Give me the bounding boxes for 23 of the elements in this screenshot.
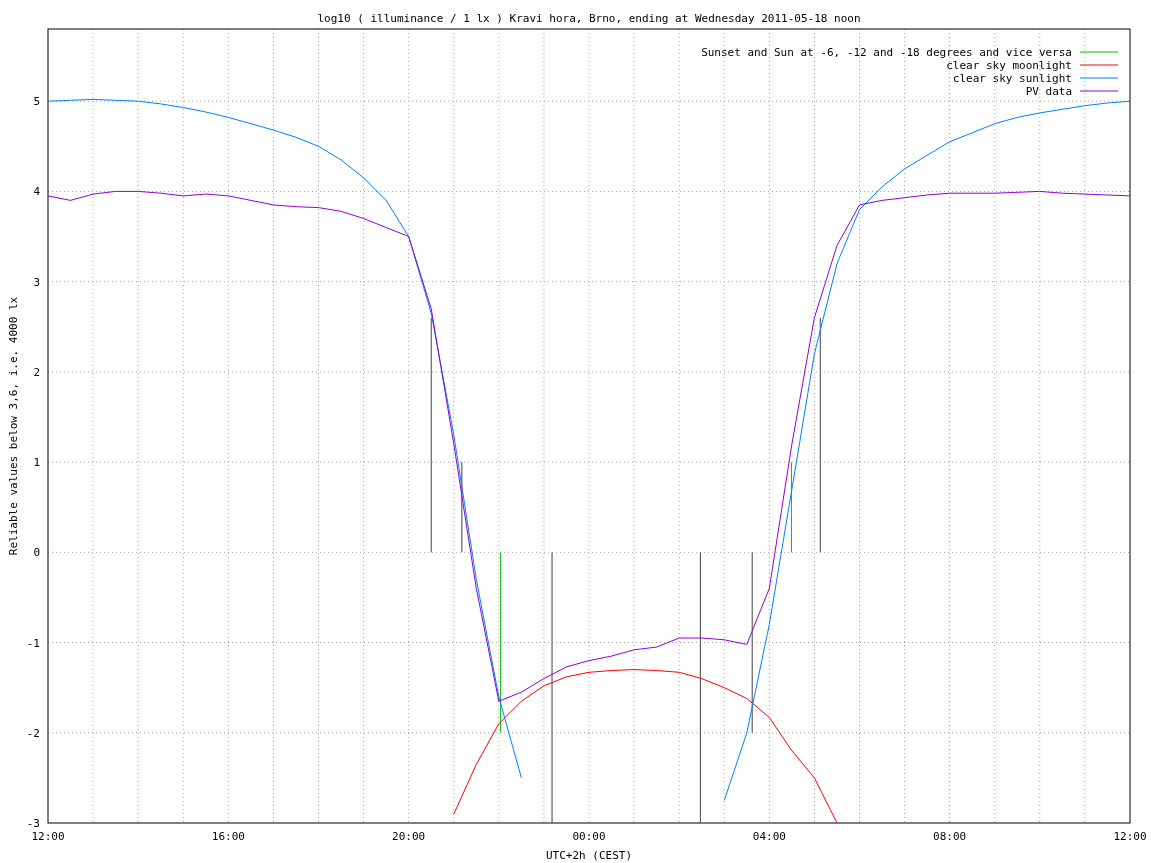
- y-tick-label: -3: [26, 817, 40, 830]
- y-tick-label: 2: [33, 365, 40, 379]
- legend-label: Sunset and Sun at -6, -12 and -18 degrees and vice versa: [701, 46, 1072, 59]
- legend-label: PV data: [1025, 85, 1072, 98]
- x-tick-label: 08:00: [933, 830, 967, 843]
- y-tick-label: 1: [33, 456, 40, 470]
- legend-label: clear sky moonlight: [946, 59, 1072, 72]
- y-tick-label: 5: [33, 95, 40, 109]
- y-axis-label: Reliable values below 3,6, i.e. 4000 lx: [7, 296, 20, 556]
- x-tick-label: 12:00: [1113, 830, 1147, 843]
- y-tick-label: 3: [33, 275, 40, 289]
- x-tick-label: 00:00: [572, 830, 606, 843]
- legend-label: clear sky sunlight: [952, 72, 1072, 85]
- y-tick-label: 0: [33, 546, 40, 560]
- y-tick-label: 4: [33, 185, 40, 199]
- x-tick-label: 16:00: [211, 830, 245, 843]
- chart-title: log10 ( illuminance / 1 lx ) Kravi hora, Brno, ending at Wednesday 2011-05-18 noon: [317, 12, 861, 25]
- y-tick-label: -1: [26, 636, 40, 650]
- y-tick-label: -2: [26, 726, 40, 740]
- x-tick-label: 12:00: [31, 830, 65, 843]
- x-tick-label: 20:00: [392, 830, 426, 843]
- x-tick-label: 04:00: [752, 830, 786, 843]
- x-axis-label: UTC+2h (CEST): [545, 849, 633, 862]
